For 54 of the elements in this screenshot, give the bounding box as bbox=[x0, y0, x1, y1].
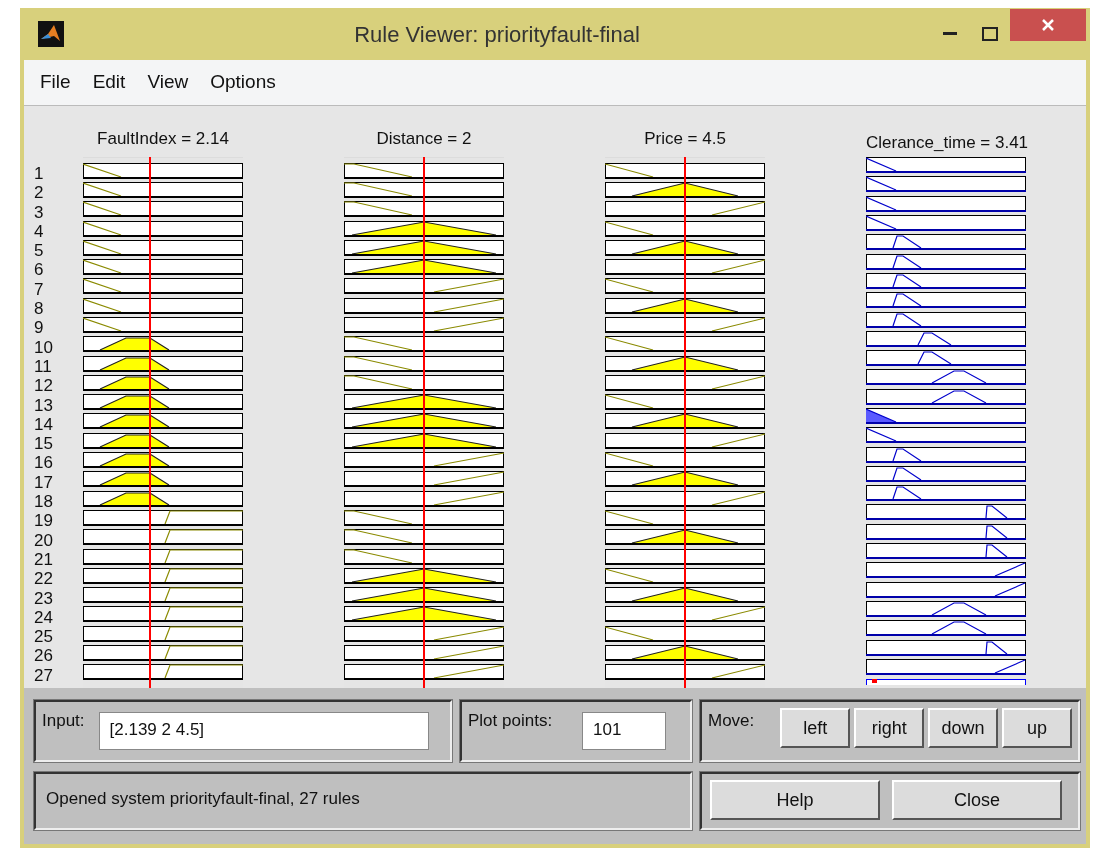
move-button[interactable]: down bbox=[928, 708, 999, 748]
rule-number: 21 bbox=[34, 549, 54, 570]
cursor-line[interactable] bbox=[149, 157, 152, 688]
plot-points-field[interactable]: 101 bbox=[582, 712, 667, 750]
minimize-icon bbox=[943, 32, 957, 36]
move-button[interactable]: left bbox=[780, 708, 851, 748]
input-field[interactable]: [2.139 2 4.5] bbox=[98, 712, 429, 750]
rule-number: 10 bbox=[34, 337, 54, 357]
rule-number: 2 bbox=[34, 183, 45, 203]
rule-number: 24 bbox=[34, 607, 54, 628]
rule-number: 14 bbox=[34, 414, 54, 435]
window-title: Rule Viewer: priorityfault-final bbox=[353, 20, 641, 49]
rule-number: 1 bbox=[34, 164, 45, 184]
menu-item[interactable]: File bbox=[32, 66, 79, 99]
rule-number: 19 bbox=[34, 511, 54, 531]
rule-number: 9 bbox=[34, 318, 45, 338]
move-label: Move: bbox=[708, 710, 755, 732]
status-message: Opened system priorityfault-final, 27 rules bbox=[46, 788, 360, 810]
rule-number: 8 bbox=[34, 299, 45, 319]
rule-number: 22 bbox=[34, 569, 54, 589]
input-label: Input: bbox=[42, 710, 85, 732]
variable-label: Distance = 2 bbox=[375, 128, 473, 150]
rule-number: 11 bbox=[34, 356, 53, 377]
rule-number: 20 bbox=[34, 530, 54, 550]
rule-number: 15 bbox=[34, 434, 54, 454]
maximize-icon bbox=[982, 27, 998, 41]
close-button[interactable] bbox=[1010, 9, 1086, 41]
app-icon bbox=[38, 21, 64, 47]
rule-number: 4 bbox=[34, 221, 45, 242]
variable-label: FaultIndex = 2.14 bbox=[96, 128, 230, 150]
rule-number: 7 bbox=[34, 279, 45, 300]
menu-item[interactable]: Edit bbox=[84, 66, 134, 99]
rule-number: 3 bbox=[34, 202, 45, 222]
rule-number: 18 bbox=[34, 492, 54, 512]
rule-number: 23 bbox=[34, 588, 54, 608]
move-button[interactable]: right bbox=[854, 708, 925, 748]
rule-number: 25 bbox=[34, 627, 54, 647]
rule-number: 12 bbox=[34, 376, 54, 396]
move-button[interactable]: up bbox=[1002, 708, 1072, 748]
rule-number: 27 bbox=[34, 665, 54, 685]
variable-label: Clerance_time = 3.41 bbox=[866, 132, 1026, 154]
rule-number: 6 bbox=[34, 260, 45, 280]
rule-number: 17 bbox=[34, 472, 54, 493]
menu-item[interactable]: View bbox=[139, 66, 197, 99]
rule-number: 13 bbox=[34, 395, 54, 415]
dialog-button[interactable]: Help bbox=[710, 780, 880, 820]
plot-points-label: Plot points: bbox=[468, 710, 553, 732]
rule-number: 16 bbox=[34, 453, 54, 473]
menu-item[interactable]: Options bbox=[202, 66, 284, 99]
variable-label: Price = 4.5 bbox=[643, 128, 727, 150]
dialog-button[interactable]: Close bbox=[892, 780, 1062, 820]
rule-number: 5 bbox=[34, 241, 45, 261]
close-icon bbox=[1041, 18, 1055, 32]
rule-number: 26 bbox=[34, 646, 54, 666]
